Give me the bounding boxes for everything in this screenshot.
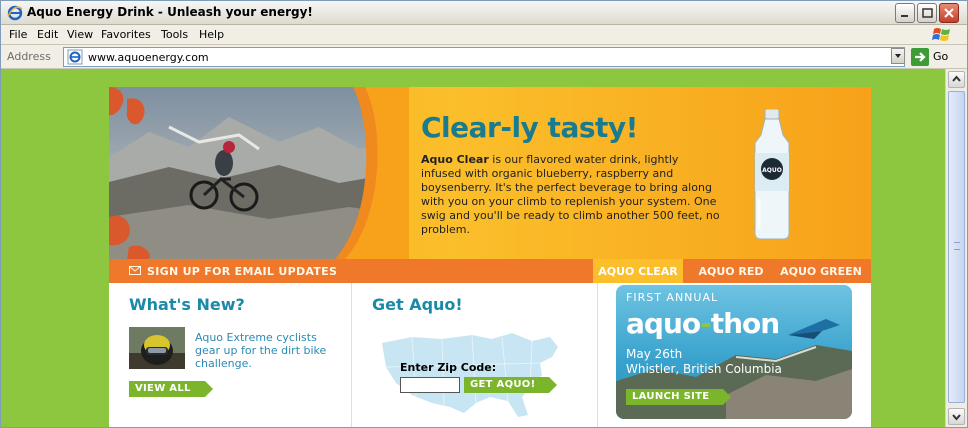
menu-edit[interactable]: Edit [37,28,58,41]
news-headline-link[interactable]: Aquo Extreme cyclists gear up for the di… [195,331,345,370]
minimize-button[interactable] [895,3,915,23]
water-bottle-image: AQUO [754,109,790,240]
hero-product-name: Aquo Clear [421,153,489,166]
whats-new-title: What's New? [129,295,245,314]
promo-location: Whistler, British Columbia [626,362,782,376]
get-aquo-title: Get Aquo! [372,295,463,314]
zip-code-label: Enter Zip Code: [400,361,497,374]
tab-aquo-clear[interactable]: AQUO CLEAR [593,259,683,283]
aquothon-section: FIRST ANNUAL aquo-thon May 26th Whistler… [597,283,871,427]
window-title: Aquo Energy Drink - Unleash your energy! [27,5,313,19]
aquo-swoosh-icon [788,319,840,339]
scroll-thumb[interactable] [948,91,965,403]
promo-name-dash: - [700,307,712,340]
product-nav: SIGN UP FOR EMAIL UPDATES AQUO CLEAR AQU… [109,259,871,283]
envelope-icon [129,266,141,275]
promo-name-left: aquo [626,307,701,340]
launch-site-button[interactable]: LAUNCH SITE [626,389,732,405]
close-icon [944,8,954,18]
scroll-up-button[interactable] [948,71,965,88]
bottle-label: AQUO [762,167,782,174]
menu-bar: File Edit View Favorites Tools Help [1,25,967,45]
chevron-down-icon [895,54,901,58]
menu-tools[interactable]: Tools [161,28,188,41]
close-button[interactable] [939,3,959,23]
title-bar: Aquo Energy Drink - Unleash your energy! [1,1,967,25]
page-viewport: Clear-ly tasty! Aquo Clear is our flavor… [1,69,945,427]
go-button[interactable] [911,48,929,66]
address-url: www.aquoenergy.com [88,51,209,64]
aquo-page: Clear-ly tasty! Aquo Clear is our flavor… [109,87,871,427]
minimize-icon [901,15,908,17]
get-aquo-button[interactable]: GET AQUO! [464,377,558,393]
scroll-grip-icon [954,242,960,250]
aquothon-promo[interactable]: FIRST ANNUAL aquo-thon May 26th Whistler… [616,285,852,419]
windows-flag-icon [932,28,950,41]
maximize-button[interactable] [917,3,937,23]
menu-view[interactable]: View [67,28,93,41]
tab-aquo-green[interactable]: AQUO GREEN [779,259,863,283]
page-icon [67,49,83,65]
go-label[interactable]: Go [933,50,948,63]
promo-event-name: aquo-thon [626,307,780,340]
hero-banner: Clear-ly tasty! Aquo Clear is our flavor… [109,87,871,259]
hero-description: Aquo Clear is our flavored water drink, … [421,153,721,237]
address-bar: Address www.aquoenergy.com Go [1,45,967,69]
address-label: Address [7,50,51,63]
menu-favorites[interactable]: Favorites [101,28,151,41]
view-all-button[interactable]: VIEW ALL [129,381,213,397]
browser-window: Aquo Energy Drink - Unleash your energy!… [0,0,968,428]
whats-new-section: What's New? Aquo Extreme cyclists gear u… [109,283,349,427]
menu-file[interactable]: File [9,28,27,41]
ie-logo-icon [7,5,23,21]
promo-first-annual: FIRST ANNUAL [626,291,719,304]
get-aquo-section: Get Aquo! Enter Zip Code: GET AQUO! [351,283,595,427]
address-input[interactable]: www.aquoenergy.com [63,47,905,67]
mountain-biker-photo [109,87,409,259]
vertical-scrollbar[interactable] [945,69,967,427]
email-signup-link[interactable]: SIGN UP FOR EMAIL UPDATES [147,265,337,278]
cyclist-thumbnail[interactable] [129,327,185,369]
chevron-down-icon [952,414,961,421]
tab-aquo-red[interactable]: AQUO RED [695,259,767,283]
address-dropdown-button[interactable] [891,48,905,64]
promo-name-right: thon [710,307,780,340]
menu-help[interactable]: Help [199,28,224,41]
maximize-icon [922,8,933,18]
zip-code-input[interactable] [400,377,460,393]
hero-title: Clear-ly tasty! [421,111,638,144]
promo-date: May 26th [626,347,683,361]
chevron-up-icon [952,75,961,82]
scroll-down-button[interactable] [948,408,965,425]
arrow-right-icon [915,52,926,62]
